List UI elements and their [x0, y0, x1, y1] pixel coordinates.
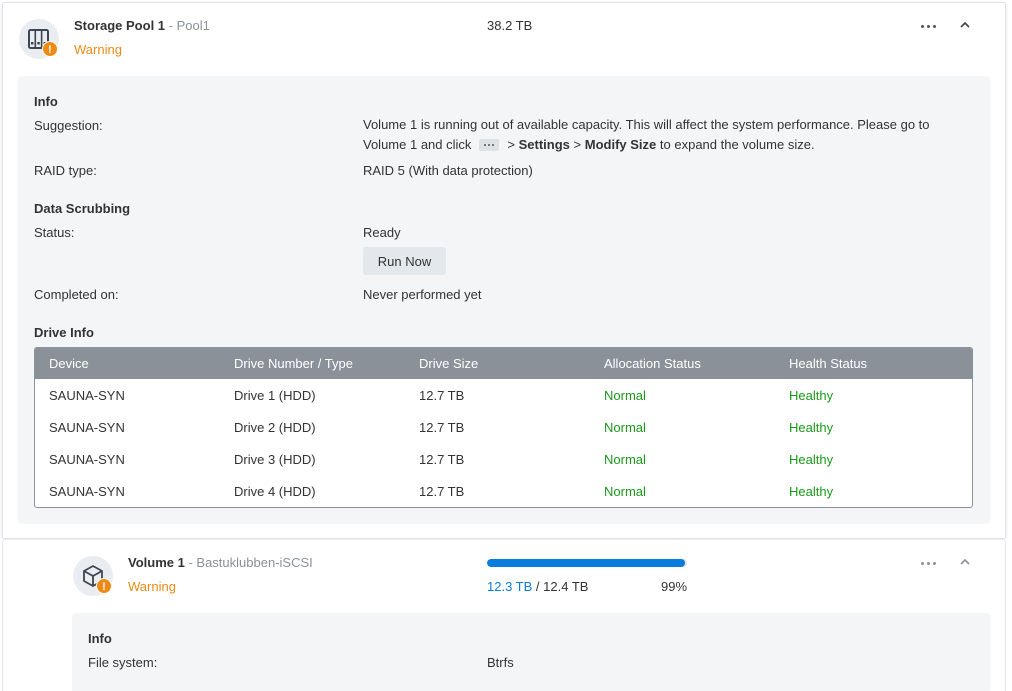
health-status-cell: Healthy [789, 387, 834, 403]
volume-total: 12.4 TB [543, 579, 589, 594]
drive-info-table: Device Drive Number / Type Drive Size Al… [34, 347, 973, 508]
suggestion-line2-end: to expand the volume size. [659, 137, 815, 152]
drive-number-cell: Drive 2 (HDD) [234, 419, 316, 435]
drive-number-cell: Drive 1 (HDD) [234, 387, 316, 403]
volume-usage-percent: 99% [661, 579, 688, 594]
suggestion-line2-start: Volume 1 and click [363, 137, 472, 152]
pool-title: Storage Pool 1 - Pool1 [74, 18, 210, 33]
drive-size-cell: 12.7 TB [419, 387, 465, 403]
pool-name: Storage Pool 1 [74, 18, 166, 33]
warning-badge-icon: ! [96, 578, 112, 594]
column-header[interactable]: Drive Number / Type [220, 348, 405, 379]
warning-badge-icon: ! [42, 41, 58, 57]
volume-name: Volume 1 [128, 555, 185, 570]
volume-title: Volume 1 - Bastuklubben-iSCSI [128, 555, 313, 570]
file-system-value: Btrfs [487, 655, 514, 670]
run-now-button[interactable]: Run Now [363, 247, 446, 275]
volume-usage-sep: / [535, 579, 540, 594]
volume-info-title: Info [88, 631, 112, 646]
allocation-status-cell: Normal [604, 451, 646, 467]
storage-pool-card: ! Storage Pool 1 - Pool1 Warning 38.2 TB… [2, 2, 1006, 539]
suggestion-text: Volume 1 is running out of available cap… [363, 115, 963, 155]
drive-number-cell: Drive 3 (HDD) [234, 451, 316, 467]
suggestion-sep: > [573, 137, 582, 152]
volume-usage-fill [487, 559, 685, 567]
drive-size-cell: 12.7 TB [419, 419, 465, 435]
device-cell: SAUNA-SYN [49, 419, 125, 435]
device-cell: SAUNA-SYN [49, 387, 125, 403]
health-status-cell: Healthy [789, 483, 834, 499]
collapse-chevron-icon[interactable] [957, 17, 973, 33]
table-row[interactable]: SAUNA-SYN Drive 4 (HDD) 12.7 TB Normal H… [35, 475, 972, 507]
volume-detail-panel: Info File system: Btrfs [72, 613, 990, 691]
volume-status: Warning [128, 579, 176, 594]
volume-usage-bar [487, 559, 687, 567]
pool-subtitle: - Pool1 [168, 18, 210, 33]
allocation-status-cell: Normal [604, 483, 646, 499]
volume-usage-text: 12.3 TB / 12.4 TB [487, 579, 588, 594]
info-section-title: Info [34, 94, 58, 109]
suggestion-line1: Volume 1 is running out of available cap… [363, 117, 930, 132]
more-options-button[interactable] [918, 555, 942, 571]
pool-capacity: 38.2 TB [487, 18, 533, 33]
completed-on-value: Never performed yet [363, 287, 482, 302]
file-system-label: File system: [88, 655, 158, 670]
suggestion-settings: Settings [518, 137, 570, 152]
drive-size-cell: 12.7 TB [419, 451, 465, 467]
allocation-status-cell: Normal [604, 387, 646, 403]
scrub-status-label: Status: [34, 225, 75, 240]
volume-card: ! Volume 1 - Bastuklubben-iSCSI Warning … [2, 540, 1006, 691]
suggestion-sep: > [507, 137, 515, 152]
table-row[interactable]: SAUNA-SYN Drive 1 (HDD) 12.7 TB Normal H… [35, 379, 972, 411]
drive-number-cell: Drive 4 (HDD) [234, 483, 316, 499]
data-scrubbing-title: Data Scrubbing [34, 201, 131, 216]
suggestion-label: Suggestion: [34, 118, 103, 133]
allocation-status-cell: Normal [604, 419, 646, 435]
suggestion-modify-size: Modify Size [584, 137, 657, 152]
collapse-chevron-icon[interactable] [957, 554, 973, 570]
pool-detail-panel: Info Suggestion: Volume 1 is running out… [18, 76, 990, 524]
device-cell: SAUNA-SYN [49, 483, 125, 499]
health-status-cell: Healthy [789, 451, 834, 467]
column-header[interactable]: Drive Size [405, 348, 590, 379]
table-row[interactable]: SAUNA-SYN Drive 3 (HDD) 12.7 TB Normal H… [35, 443, 972, 475]
health-status-cell: Healthy [789, 419, 834, 435]
table-header-row: Device Drive Number / Type Drive Size Al… [35, 348, 972, 379]
scrub-status-value: Ready [363, 225, 401, 240]
column-header[interactable]: Allocation Status [590, 348, 775, 379]
device-cell: SAUNA-SYN [49, 451, 125, 467]
volume-subtitle: - Bastuklubben-iSCSI [188, 555, 313, 570]
raid-type-label: RAID type: [34, 163, 97, 178]
table-row[interactable]: SAUNA-SYN Drive 2 (HDD) 12.7 TB Normal H… [35, 411, 972, 443]
drive-size-cell: 12.7 TB [419, 483, 465, 499]
volume-used: 12.3 TB [487, 579, 533, 594]
column-header[interactable]: Health Status [775, 348, 972, 379]
pool-status: Warning [74, 42, 122, 57]
more-options-button[interactable] [918, 18, 942, 34]
column-header[interactable]: Device [35, 348, 220, 379]
raid-type-value: RAID 5 (With data protection) [363, 163, 533, 178]
drive-info-title: Drive Info [34, 325, 94, 340]
inline-more-icon [479, 138, 500, 151]
completed-on-label: Completed on: [34, 287, 119, 302]
